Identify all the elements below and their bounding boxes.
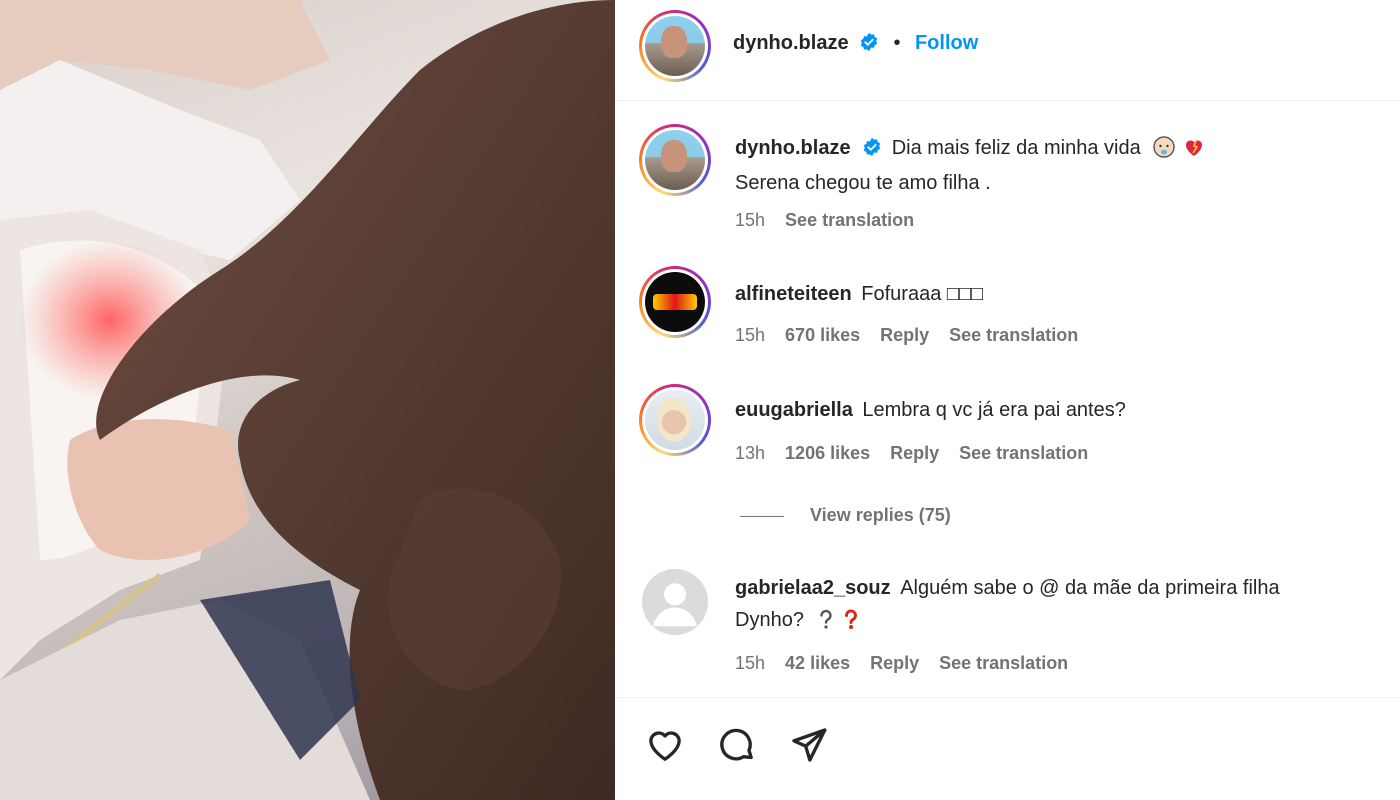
post-header: dynho.blaze • Follow <box>615 0 1400 101</box>
caption-see-translation[interactable]: See translation <box>785 210 914 230</box>
comment-text: Alguém sabe o @ da mãe da primeira filha <box>900 577 1280 599</box>
question-mark-emoji <box>819 609 832 629</box>
author-avatar[interactable] <box>639 10 711 82</box>
verified-badge-icon <box>863 137 881 157</box>
caption-avatar[interactable] <box>639 124 711 196</box>
comment-item: euugabriella Lembra q vc já era pai ante… <box>615 384 1400 484</box>
comment-see-translation[interactable]: See translation <box>939 653 1068 673</box>
comment-reply-button[interactable]: Reply <box>870 653 919 673</box>
post-photo-illustration <box>0 0 615 800</box>
heart-emoji <box>1185 140 1202 156</box>
comment-likes[interactable]: 42 likes <box>785 653 850 673</box>
comment-item: alfineteiteen Fofuraaa □□□ 15h 670 likes R… <box>615 266 1400 366</box>
comment-likes[interactable]: 1206 likes <box>785 443 870 463</box>
comment-reply-button[interactable]: Reply <box>890 443 939 463</box>
comment-likes[interactable]: 670 likes <box>785 325 860 345</box>
comment-text-line-2: Dynho? <box>735 605 863 635</box>
question-mark-emoji <box>845 609 858 629</box>
verified-badge-icon <box>860 32 878 52</box>
comment-username[interactable]: gabrielaa2_souz <box>735 577 891 599</box>
comment-text: Lembra q vc já era pai antes? <box>862 399 1126 421</box>
comment-time[interactable]: 15h <box>735 653 765 673</box>
follow-button[interactable]: Follow <box>915 32 978 54</box>
caption-line-1: dynho.blaze Dia mais feliz da minha vida <box>735 133 1206 163</box>
post-photo[interactable] <box>0 0 615 800</box>
comment-meta: 15h 670 likes Reply See translation <box>735 325 1098 346</box>
view-replies-label: View replies (75) <box>810 505 951 525</box>
comment-body: alfineteiteen Fofuraaa □□□ <box>735 279 983 309</box>
share-icon[interactable] <box>789 725 829 765</box>
caption-meta: 15h See translation <box>735 210 934 231</box>
comment-see-translation[interactable]: See translation <box>959 443 1088 463</box>
commenter-avatar[interactable] <box>639 266 711 338</box>
header-author-line: dynho.blaze • Follow <box>733 32 978 55</box>
comment-reply-button[interactable]: Reply <box>880 325 929 345</box>
comment-body: gabrielaa2_souz Alguém sabe o @ da mãe d… <box>735 573 1280 603</box>
view-replies-button[interactable]: View replies (75) <box>740 505 951 526</box>
comment-meta: 15h 42 likes Reply See translation <box>735 653 1088 674</box>
comment-icon[interactable] <box>717 725 757 765</box>
comment-meta: 13h 1206 likes Reply See translation <box>735 443 1108 464</box>
comment-text: Fofuraaa □□□ <box>861 283 984 305</box>
comment-time[interactable]: 13h <box>735 443 765 463</box>
comment-username[interactable]: alfineteiteen <box>735 283 852 305</box>
commenter-avatar[interactable] <box>639 566 711 638</box>
caption-line-2: Serena chegou te amo filha . <box>735 172 991 194</box>
baby-emoji <box>1153 136 1175 158</box>
caption-text: Dia mais feliz da minha vida <box>891 137 1141 159</box>
view-replies-line <box>740 515 784 517</box>
actions-divider <box>615 697 1400 698</box>
commenter-avatar[interactable] <box>639 384 711 456</box>
comment-body: euugabriella Lembra q vc já era pai ante… <box>735 395 1126 425</box>
default-avatar-icon <box>653 583 697 627</box>
header-username[interactable]: dynho.blaze <box>733 32 849 54</box>
comment-see-translation[interactable]: See translation <box>949 325 1078 345</box>
heart-icon[interactable] <box>645 725 685 765</box>
comment-time[interactable]: 15h <box>735 325 765 345</box>
post-side-panel: dynho.blaze • Follow dynho.blaze Dia mai… <box>615 0 1400 800</box>
comment-username[interactable]: euugabriella <box>735 399 853 421</box>
caption-time[interactable]: 15h <box>735 210 765 230</box>
comment-item: gabrielaa2_souz Alguém sabe o @ da mãe d… <box>615 566 1400 686</box>
caption-username[interactable]: dynho.blaze <box>735 137 851 159</box>
caption: dynho.blaze Dia mais feliz da minha vida… <box>615 120 1400 250</box>
separator-dot: • <box>893 32 901 54</box>
comment-text-continued: Dynho? <box>735 609 804 631</box>
